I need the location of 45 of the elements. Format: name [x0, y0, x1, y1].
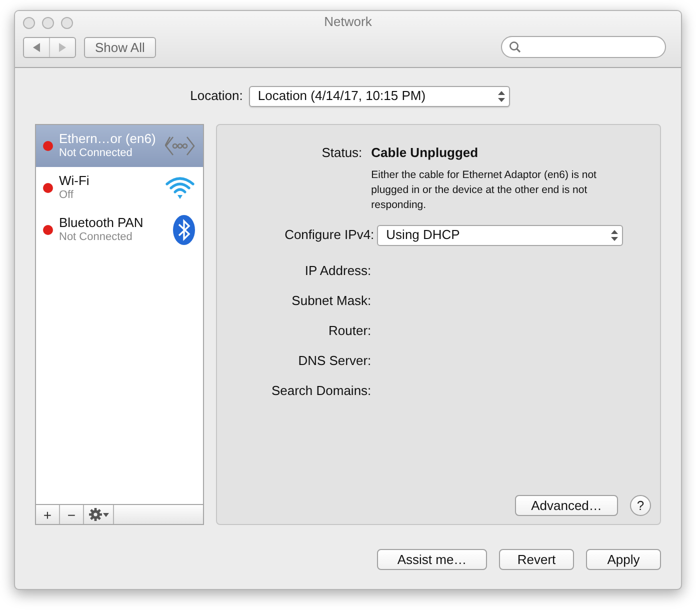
- location-dropdown[interactable]: Location (4/14/17, 10:15 PM): [248, 86, 510, 106]
- advanced-button[interactable]: Advanced…: [515, 495, 618, 516]
- forward-arrow-icon: [58, 42, 66, 52]
- wifi-icon: [165, 175, 196, 201]
- stepper-arrows-icon: [498, 90, 505, 102]
- add-button[interactable]: +: [36, 505, 60, 524]
- field-label: Subnet Mask:: [290, 292, 372, 310]
- remove-button[interactable]: −: [60, 505, 84, 524]
- minimize-button[interactable]: [42, 16, 54, 28]
- service-name: Ethern…or (en6): [59, 132, 156, 146]
- bluetooth-icon: [173, 215, 196, 245]
- help-button[interactable]: ?: [630, 495, 651, 516]
- field-label: Search Domains:: [270, 382, 372, 400]
- configure-ipv4-value: Using DHCP: [386, 226, 460, 244]
- search-field[interactable]: [501, 36, 666, 58]
- field-label: DNS Server:: [297, 352, 372, 370]
- close-button[interactable]: [23, 16, 35, 28]
- show-all-button[interactable]: Show All: [84, 36, 156, 58]
- location-value: Location (4/14/17, 10:15 PM): [258, 87, 426, 106]
- service-status: Off: [59, 188, 74, 202]
- location-label: Location:: [190, 87, 243, 106]
- window-title: Network: [324, 13, 372, 32]
- service-item[interactable]: Wi-Fi Off: [36, 167, 204, 209]
- configure-ipv4-dropdown[interactable]: Using DHCP: [377, 224, 624, 246]
- service-name: Bluetooth PAN: [59, 216, 144, 230]
- apply-button[interactable]: Apply: [586, 549, 661, 570]
- service-status: Not Connected: [59, 146, 134, 160]
- caret-icon: [102, 512, 108, 516]
- service-item[interactable]: Bluetooth PAN Not Connected: [36, 209, 204, 251]
- gear-icon: [88, 508, 102, 521]
- field-label: Router:: [328, 322, 372, 340]
- search-icon: [509, 41, 521, 53]
- assist-button[interactable]: Assist me…: [377, 549, 487, 570]
- field-label: IP Address:: [304, 262, 372, 280]
- service-name: Wi-Fi: [59, 174, 90, 188]
- status-label: Status:: [320, 144, 364, 162]
- ethernet-arrows-icon: [165, 135, 196, 157]
- revert-button[interactable]: Revert: [499, 549, 574, 570]
- zoom-button[interactable]: [61, 16, 73, 28]
- back-arrow-icon: [32, 42, 40, 52]
- service-status: Not Connected: [59, 230, 134, 244]
- status-value: Cable Unplugged: [371, 144, 480, 162]
- status-description: Either the cable for Ethernet Adaptor (en6) is not plugged in or the device at the other end is not responding.: [371, 168, 598, 212]
- configure-ipv4-label: Configure IPv4:: [284, 226, 376, 244]
- stepper-arrows-icon: [611, 230, 618, 240]
